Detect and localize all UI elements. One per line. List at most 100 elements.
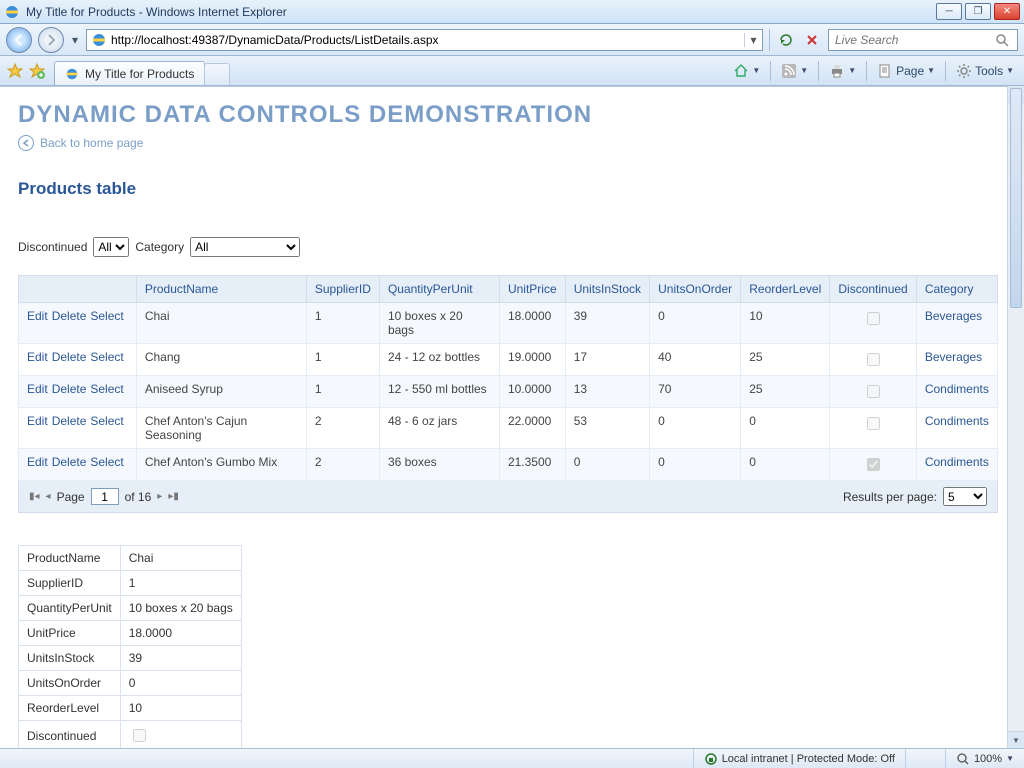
select-link[interactable]: Select (90, 455, 123, 469)
detail-label: ProductName (19, 546, 121, 571)
window-restore-button[interactable]: ❐ (965, 3, 991, 20)
address-dropdown[interactable]: ▾ (744, 33, 762, 47)
arrow-left-icon (13, 34, 25, 46)
detail-value: 18.0000 (120, 621, 241, 646)
search-box[interactable] (828, 29, 1018, 51)
separator (769, 29, 770, 51)
nav-back-button[interactable] (6, 27, 32, 53)
cell-qpu: 48 - 6 oz jars (379, 408, 499, 449)
pager-page-label: Page (57, 490, 85, 504)
detail-value: Chai (120, 546, 241, 571)
new-tab-button[interactable] (204, 63, 230, 85)
detail-label: QuantityPerUnit (19, 596, 121, 621)
pager-prev[interactable]: ◂ (46, 491, 51, 502)
col-discontinued[interactable]: Discontinued (830, 276, 916, 303)
search-input[interactable] (833, 32, 995, 48)
row-actions: Edit DeleteSelect (19, 303, 137, 344)
cell-onorder: 0 (650, 303, 741, 344)
cell-instock: 13 (565, 376, 649, 408)
pager-page-input[interactable] (91, 488, 119, 505)
pager-of-label: of 16 (125, 490, 152, 504)
page-menu-button[interactable]: Page▼ (873, 61, 939, 81)
scroll-thumb[interactable] (1010, 88, 1022, 308)
feeds-button[interactable]: ▼ (777, 61, 812, 81)
refresh-button[interactable] (776, 30, 796, 50)
favorites-star-icon[interactable] (6, 62, 24, 80)
status-zoom[interactable]: 100% ▼ (945, 749, 1024, 768)
row-actions: Edit DeleteSelect (19, 408, 137, 449)
category-link[interactable]: Condiments (925, 414, 989, 428)
cell-category: Beverages (916, 303, 997, 344)
back-home-link[interactable]: Back to home page (18, 135, 1006, 151)
select-link[interactable]: Select (90, 414, 123, 428)
cell-reorder: 25 (741, 344, 830, 376)
edit-link[interactable]: Edit (27, 350, 48, 364)
zoom-dropdown-icon[interactable]: ▼ (1006, 754, 1014, 763)
detail-view: ProductNameChaiSupplierID1QuantityPerUni… (18, 545, 242, 748)
cell-supplierid: 2 (306, 449, 379, 481)
nav-forward-button[interactable] (38, 27, 64, 53)
filter-row: Discontinued All Category All (18, 237, 1006, 257)
vertical-scrollbar[interactable]: ▲ ▼ (1007, 86, 1024, 748)
address-bar[interactable]: ▾ (86, 29, 763, 51)
category-link[interactable]: Beverages (925, 309, 982, 323)
col-onorder[interactable]: UnitsOnOrder (650, 276, 741, 303)
cell-unitprice: 22.0000 (499, 408, 565, 449)
col-productname[interactable]: ProductName (136, 276, 306, 303)
detail-value: 1 (120, 571, 241, 596)
select-link[interactable]: Select (90, 309, 123, 323)
detail-row: UnitsOnOrder0 (19, 671, 242, 696)
col-category[interactable]: Category (916, 276, 997, 303)
page-heading: DYNAMIC DATA CONTROLS DEMONSTRATION (18, 101, 1006, 129)
window-minimize-button[interactable]: ─ (936, 3, 962, 20)
pager-last[interactable]: ▸▮ (168, 491, 179, 502)
tools-menu-label: Tools (975, 64, 1003, 78)
window-close-button[interactable]: ✕ (994, 3, 1020, 20)
search-icon[interactable] (995, 33, 1009, 47)
category-link[interactable]: Condiments (925, 382, 989, 396)
select-link[interactable]: Select (90, 382, 123, 396)
delete-link[interactable]: Delete (52, 382, 87, 396)
col-supplierid[interactable]: SupplierID (306, 276, 379, 303)
cell-discontinued (830, 303, 916, 344)
cell-instock: 0 (565, 449, 649, 481)
category-link[interactable]: Condiments (925, 455, 989, 469)
cell-productname: Chef Anton's Gumbo Mix (136, 449, 306, 481)
home-button[interactable]: ▼ (729, 61, 764, 81)
edit-link[interactable]: Edit (27, 309, 48, 323)
tab-current[interactable]: My Title for Products (54, 61, 205, 85)
col-unitprice[interactable]: UnitPrice (499, 276, 565, 303)
edit-link[interactable]: Edit (27, 414, 48, 428)
cell-qpu: 24 - 12 oz bottles (379, 344, 499, 376)
filter-category-label: Category (135, 240, 184, 254)
col-qpu[interactable]: QuantityPerUnit (379, 276, 499, 303)
tools-menu-button[interactable]: Tools▼ (952, 61, 1018, 81)
col-instock[interactable]: UnitsInStock (565, 276, 649, 303)
col-reorder[interactable]: ReorderLevel (741, 276, 830, 303)
edit-link[interactable]: Edit (27, 382, 48, 396)
stop-button[interactable] (802, 30, 822, 50)
category-link[interactable]: Beverages (925, 350, 982, 364)
row-actions: Edit DeleteSelect (19, 449, 137, 481)
ie-page-icon (65, 67, 79, 81)
detail-row: UnitsInStock39 (19, 646, 242, 671)
edit-link[interactable]: Edit (27, 455, 48, 469)
filter-discontinued-select[interactable]: All (93, 237, 129, 257)
delete-link[interactable]: Delete (52, 455, 87, 469)
scroll-down-button[interactable]: ▼ (1008, 731, 1024, 748)
pager-rpp-select[interactable]: 5 (943, 487, 987, 506)
pager-first[interactable]: ▮◂ (29, 491, 40, 502)
filter-category-select[interactable]: All (190, 237, 300, 257)
back-arrow-icon (18, 135, 34, 151)
delete-link[interactable]: Delete (52, 309, 87, 323)
delete-link[interactable]: Delete (52, 350, 87, 364)
add-favorites-icon[interactable] (28, 62, 46, 80)
select-link[interactable]: Select (90, 350, 123, 364)
pager-next[interactable]: ▸ (157, 491, 162, 502)
page-menu-label: Page (896, 64, 924, 78)
print-button[interactable]: ▼ (825, 61, 860, 81)
nav-history-dropdown[interactable]: ▾ (70, 33, 80, 47)
address-input[interactable] (111, 31, 744, 49)
cell-reorder: 0 (741, 408, 830, 449)
delete-link[interactable]: Delete (52, 414, 87, 428)
